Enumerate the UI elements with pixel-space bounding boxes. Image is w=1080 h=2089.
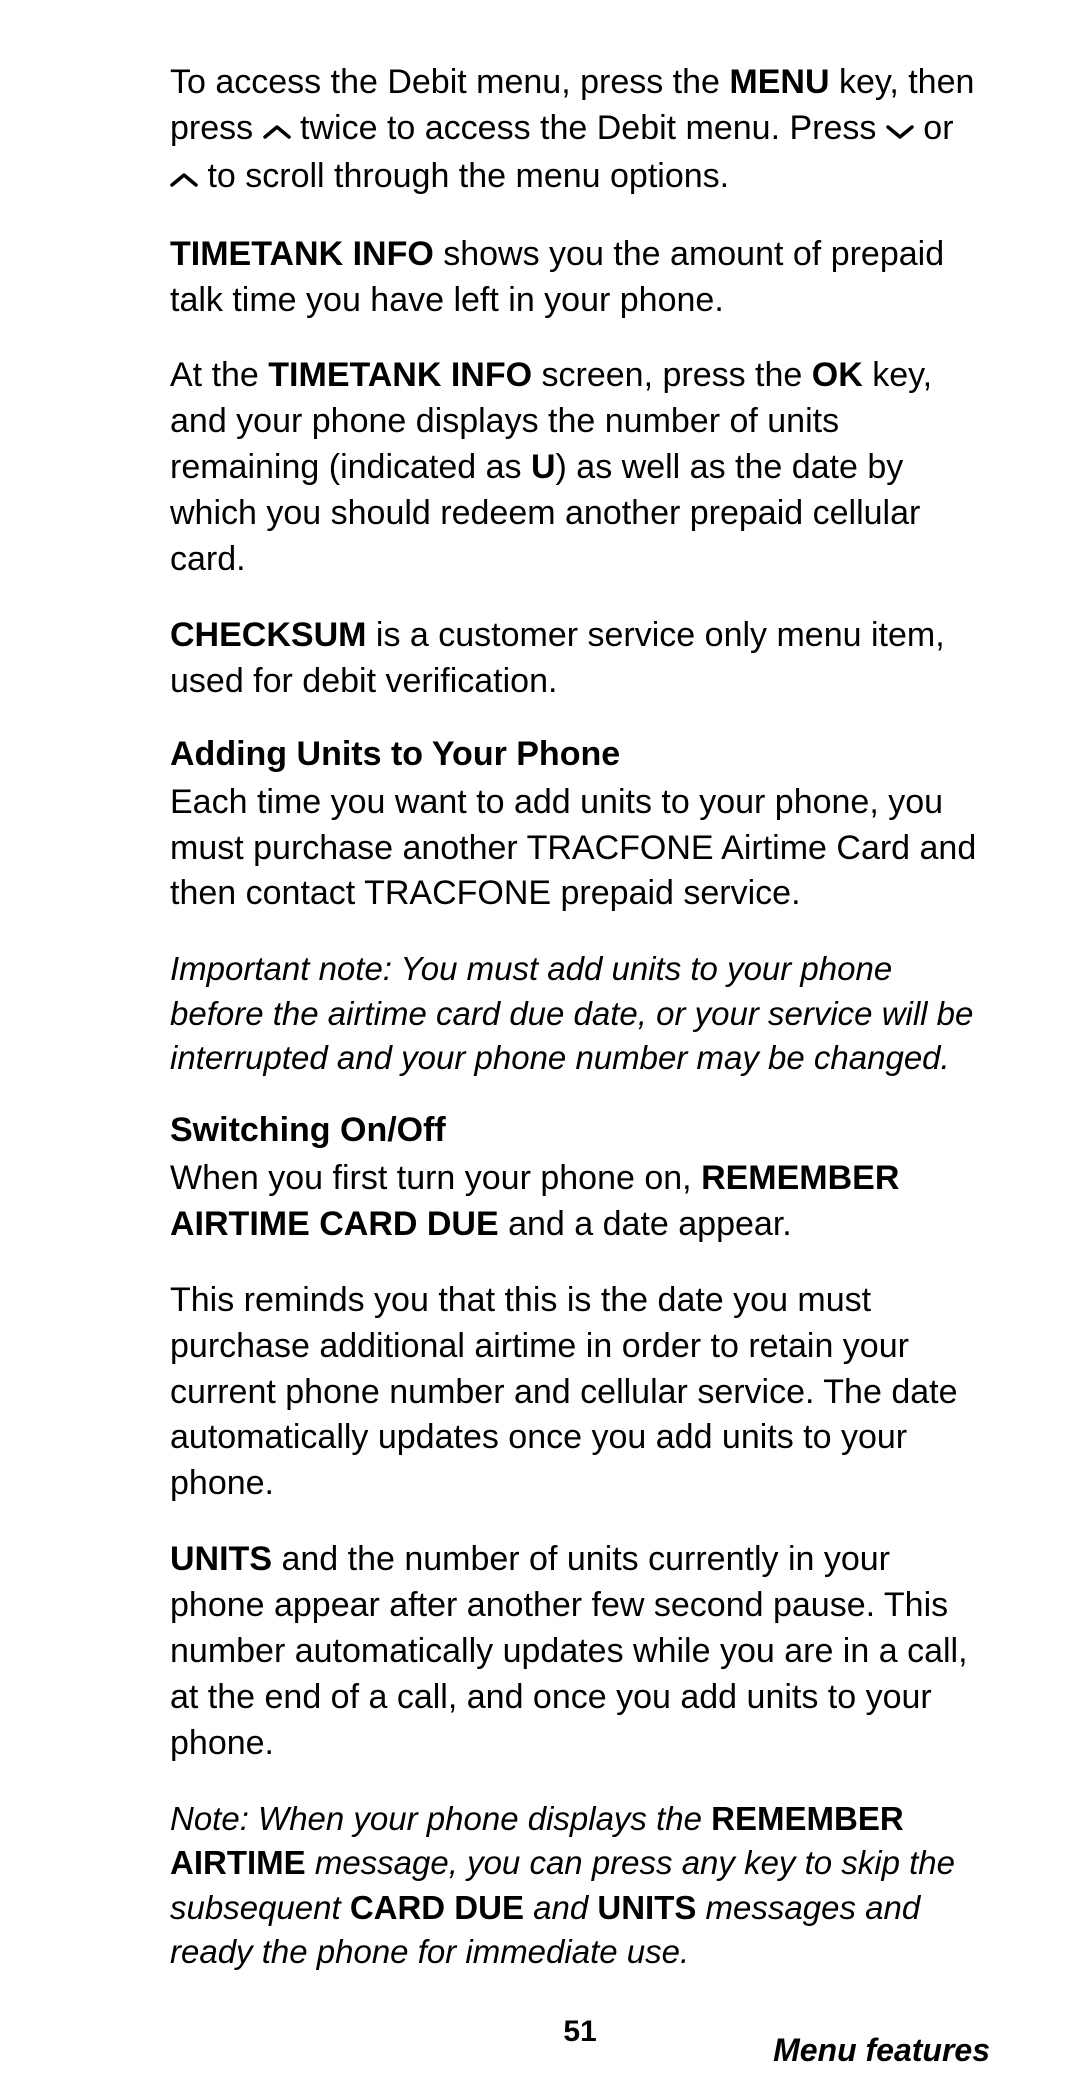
up-arrow-icon — [170, 156, 198, 202]
paragraph-debit-access: To access the Debit menu, press the MENU… — [170, 60, 990, 202]
text: and the number of units currently in you… — [170, 1540, 968, 1762]
menu-key-label: MENU — [729, 63, 829, 101]
text: Note: When your phone displays the — [170, 1800, 711, 1837]
paragraph-timetank-screen: At the TIMETANK INFO screen, press the O… — [170, 353, 990, 582]
card-due-label: CARD DUE — [350, 1889, 524, 1926]
units-label: UNITS — [170, 1540, 272, 1578]
paragraph-timetank-info: TIMETANK INFO shows you the amount of pr… — [170, 232, 990, 324]
down-arrow-icon — [886, 108, 914, 154]
heading-adding-units: Adding Units to Your Phone — [170, 735, 990, 774]
text: At the — [170, 356, 268, 394]
note-remember-airtime: Note: When your phone displays the REMEM… — [170, 1797, 990, 1975]
heading-switching: Switching On/Off — [170, 1111, 990, 1150]
text: or — [914, 109, 954, 147]
ok-key-label: OK — [812, 356, 863, 394]
timetank-info-label: TIMETANK INFO — [170, 235, 434, 273]
paragraph-checksum: CHECKSUM is a customer service only menu… — [170, 613, 990, 705]
paragraph-units: UNITS and the number of units currently … — [170, 1537, 990, 1766]
text: When you first turn your phone on, — [170, 1159, 701, 1197]
text: and — [524, 1889, 597, 1926]
units-indicator: U — [531, 448, 556, 486]
text: and a date appear. — [499, 1205, 792, 1243]
paragraph-adding-units: Each time you want to add units to your … — [170, 780, 990, 918]
units-label: UNITS — [597, 1889, 696, 1926]
up-arrow-icon — [263, 108, 291, 154]
checksum-label: CHECKSUM — [170, 616, 366, 654]
text: twice to access the Debit menu. Press — [291, 109, 886, 147]
timetank-info-label: TIMETANK INFO — [268, 356, 532, 394]
paragraph-switch-on: When you first turn your phone on, REMEM… — [170, 1156, 990, 1248]
text: to scroll through the menu options. — [198, 157, 729, 195]
text: To access the Debit menu, press the — [170, 63, 729, 101]
document-page: To access the Debit menu, press the MENU… — [0, 0, 1080, 2089]
footer-title: Menu features — [773, 2032, 990, 2069]
text: screen, press the — [532, 356, 812, 394]
paragraph-reminder: This reminds you that this is the date y… — [170, 1278, 990, 1507]
important-note: Important note: You must add units to yo… — [170, 947, 990, 1081]
